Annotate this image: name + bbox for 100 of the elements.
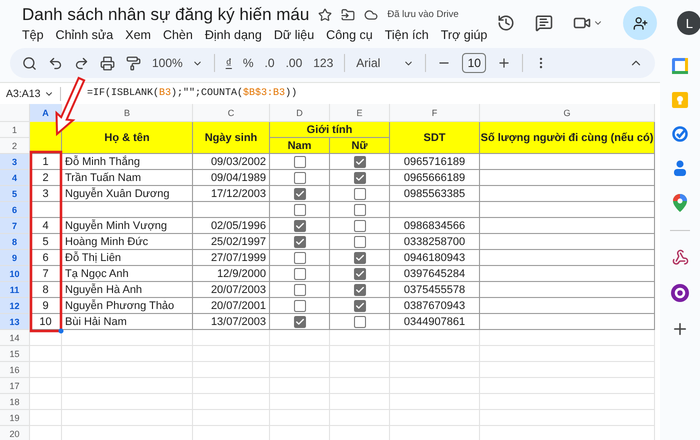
table-cell: 0387670943 xyxy=(390,298,480,314)
row-header[interactable]: 6 xyxy=(0,202,30,218)
column-header[interactable]: E xyxy=(330,104,390,122)
checkbox[interactable] xyxy=(354,188,366,200)
checkbox[interactable] xyxy=(354,220,366,232)
paint-roller-icon[interactable] xyxy=(126,56,141,70)
row-header[interactable]: 13 xyxy=(0,314,30,330)
map-pin-icon[interactable] xyxy=(673,194,687,212)
checkbox[interactable] xyxy=(294,156,306,168)
row-header[interactable]: 20 xyxy=(0,426,30,440)
cloud-icon[interactable] xyxy=(364,8,378,22)
decrease-decimals-button[interactable]: .0 xyxy=(264,56,275,70)
checkbox[interactable] xyxy=(294,172,306,184)
calendar-icon[interactable] xyxy=(672,58,688,74)
column-header[interactable]: A xyxy=(30,104,62,122)
zoom-dropdown[interactable]: 100% xyxy=(152,56,203,70)
task-check-icon[interactable] xyxy=(672,126,688,142)
undo-icon[interactable] xyxy=(48,56,63,70)
checkbox[interactable] xyxy=(294,188,306,200)
corner-cell[interactable] xyxy=(0,104,30,122)
comment-icon[interactable] xyxy=(535,14,554,32)
menu-item[interactable]: Tệp xyxy=(22,28,44,42)
checkbox[interactable] xyxy=(294,316,306,328)
row-header[interactable]: 12 xyxy=(0,298,30,314)
column-header[interactable]: G xyxy=(480,104,655,122)
row-header[interactable]: 18 xyxy=(0,394,30,410)
menu-item[interactable]: Dữ liệu xyxy=(274,28,314,42)
checkbox[interactable] xyxy=(354,284,366,296)
star-icon[interactable] xyxy=(318,8,332,22)
column-header[interactable]: B xyxy=(62,104,193,122)
checkbox[interactable] xyxy=(294,236,306,248)
webhook-icon[interactable] xyxy=(672,249,688,266)
menu-item[interactable]: Chèn xyxy=(162,28,193,42)
checkbox[interactable] xyxy=(354,156,366,168)
column-header[interactable]: C xyxy=(193,104,270,122)
row-header[interactable]: 7 xyxy=(0,218,30,234)
header-cell: Họ & tên xyxy=(62,122,193,154)
checkbox[interactable] xyxy=(294,252,306,264)
column-header[interactable]: D xyxy=(270,104,330,122)
row-header[interactable]: 14 xyxy=(0,330,30,346)
checkbox[interactable] xyxy=(294,284,306,296)
currency-button[interactable]: ₫ xyxy=(226,56,232,70)
row-header[interactable]: 2 xyxy=(0,138,30,154)
row-header[interactable]: 8 xyxy=(0,234,30,250)
table-cell: 0965716189 xyxy=(390,154,480,170)
menu-item[interactable]: Công cụ xyxy=(326,28,373,42)
checkbox[interactable] xyxy=(354,236,366,248)
checkbox[interactable] xyxy=(354,316,366,328)
row-header[interactable]: 19 xyxy=(0,410,30,426)
folder-icon[interactable] xyxy=(341,8,356,22)
person-icon[interactable] xyxy=(673,160,687,176)
formula-text[interactable]: =IF(ISBLANK(B3);"";COUNTA($B$3:B3)) xyxy=(87,88,298,99)
print-icon[interactable] xyxy=(100,56,115,70)
add-person-icon xyxy=(632,16,648,30)
checkbox[interactable] xyxy=(354,300,366,312)
font-dropdown[interactable]: Arial xyxy=(356,56,414,70)
column-header[interactable]: F xyxy=(390,104,480,122)
row-header[interactable]: 4 xyxy=(0,170,30,186)
table-cell: 0375455578 xyxy=(390,282,480,298)
share-button[interactable] xyxy=(623,6,658,40)
row-header[interactable]: 5 xyxy=(0,186,30,202)
checkbox[interactable] xyxy=(354,252,366,264)
search-icon[interactable] xyxy=(22,56,37,70)
table-cell: Tạ Ngọc Anh xyxy=(62,266,193,282)
row-header[interactable]: 9 xyxy=(0,250,30,266)
checkbox[interactable] xyxy=(294,268,306,280)
grid-cell xyxy=(270,362,330,378)
plus-icon[interactable] xyxy=(497,56,512,70)
row-header[interactable]: 15 xyxy=(0,346,30,362)
fill-handle[interactable] xyxy=(58,328,64,334)
menu-item[interactable]: Tiện ích xyxy=(384,28,429,42)
row-header[interactable]: 3 xyxy=(0,154,30,170)
font-size-field[interactable]: 10 xyxy=(462,53,486,73)
menu-item[interactable]: Xem xyxy=(125,28,151,42)
menu-item[interactable]: Chỉnh sửa xyxy=(56,28,114,42)
name-box[interactable]: A3:A13 xyxy=(0,88,60,100)
menu-item[interactable]: Định dạng xyxy=(204,28,262,42)
menu-item[interactable]: Trợ giúp xyxy=(440,28,488,42)
row-header[interactable]: 17 xyxy=(0,378,30,394)
checkbox[interactable] xyxy=(354,204,366,216)
checkbox[interactable] xyxy=(354,172,366,184)
checkbox[interactable] xyxy=(354,268,366,280)
row-header[interactable]: 16 xyxy=(0,362,30,378)
row-header[interactable]: 11 xyxy=(0,282,30,298)
redo-icon[interactable] xyxy=(74,56,89,70)
grid-cell xyxy=(330,378,390,394)
avatar[interactable]: L xyxy=(677,11,700,35)
row-header[interactable]: 10 xyxy=(0,266,30,282)
checkbox[interactable] xyxy=(294,204,306,216)
header-cell: Nữ xyxy=(330,138,390,154)
add-icon[interactable] xyxy=(671,320,689,338)
number-format-button[interactable]: 123 xyxy=(313,56,334,70)
row-header[interactable]: 1 xyxy=(0,122,30,138)
document-title[interactable]: Danh sách nhân sự đăng ký hiến máu xyxy=(22,4,310,24)
ring-icon[interactable] xyxy=(671,284,689,302)
increase-decimals-button[interactable]: .00 xyxy=(286,56,302,70)
percent-button[interactable]: % xyxy=(242,56,254,70)
checkbox[interactable] xyxy=(294,220,306,232)
history-icon[interactable] xyxy=(497,14,516,32)
checkbox[interactable] xyxy=(294,300,306,312)
